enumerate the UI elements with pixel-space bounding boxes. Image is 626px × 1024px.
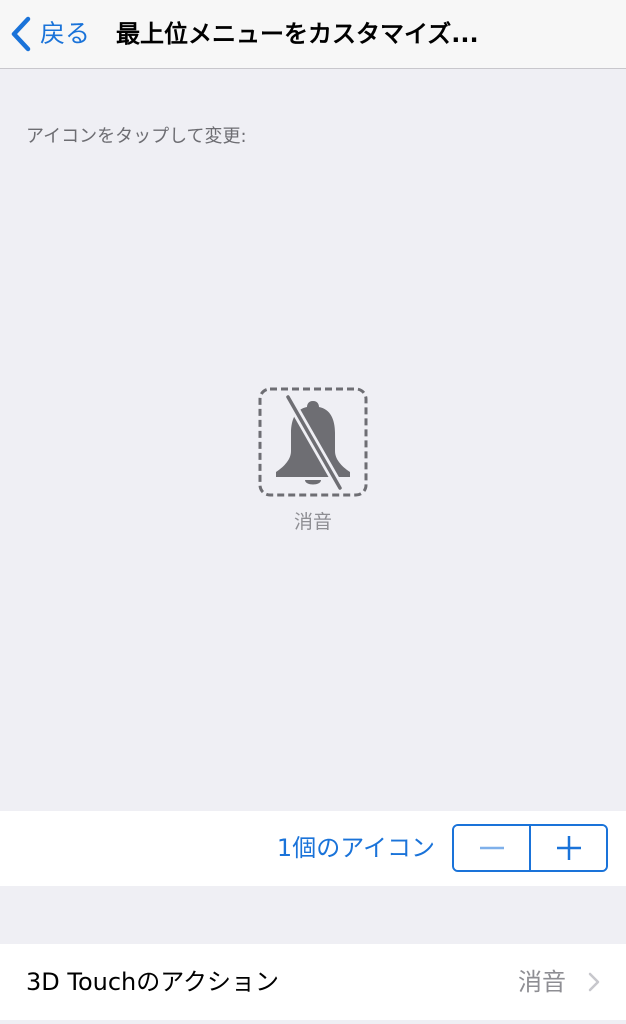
icon-count-stepper[interactable] <box>452 824 608 872</box>
bell-slash-icon <box>258 387 368 497</box>
back-button-label: 戻る <box>40 19 91 48</box>
back-button[interactable]: 戻る <box>10 12 90 56</box>
increment-button[interactable] <box>531 826 606 870</box>
menu-icon-tile-mute[interactable] <box>258 387 368 497</box>
icon-count-row: 1個のアイコン <box>0 811 626 886</box>
chevron-right-icon <box>588 972 600 992</box>
decrement-button[interactable] <box>454 826 529 870</box>
icon-count-label: 1個のアイコン <box>276 834 435 862</box>
3d-touch-action-value: 消音 <box>518 968 566 996</box>
page-title: 最上位メニューをカスタマイズ... <box>116 20 479 48</box>
minus-icon <box>479 846 504 850</box>
3d-touch-action-label: 3D Touchのアクション <box>26 968 280 996</box>
menu-icon-label: 消音 <box>293 511 332 533</box>
instruction-text: アイコンをタップして変更: <box>26 126 247 147</box>
navigation-bar: 戻る 最上位メニューをカスタマイズ... <box>0 0 626 69</box>
3d-touch-action-row[interactable]: 3D Touchのアクション 消音 <box>0 944 626 1020</box>
plus-icon <box>556 836 581 860</box>
chevron-left-icon <box>11 16 31 52</box>
